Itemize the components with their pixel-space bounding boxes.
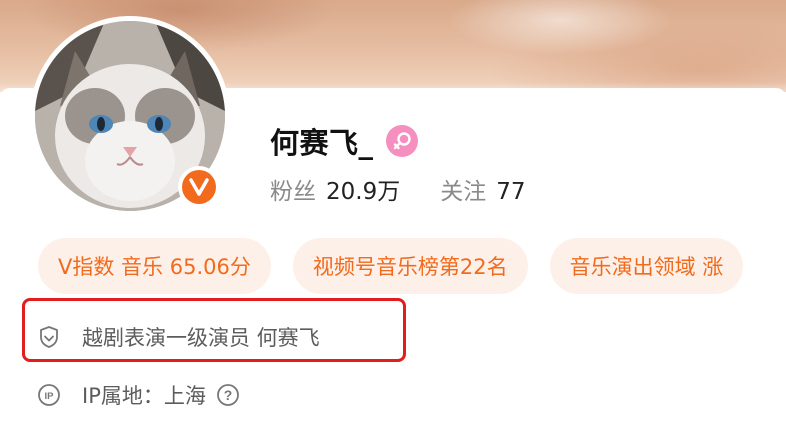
following-count[interactable]: 77 [496, 179, 525, 205]
tag-v-index[interactable]: V指数 音乐 65.06分 [38, 238, 271, 294]
highlight-box [22, 298, 406, 362]
tag-list: V指数 音乐 65.06分 视频号音乐榜第22名 音乐演出领域 涨 [38, 238, 765, 294]
verified-v-icon [178, 166, 220, 208]
female-icon [385, 125, 418, 157]
following-label[interactable]: 关注 [440, 172, 486, 206]
ip-location-row: IP IP属地：上海 ? [36, 380, 240, 410]
username: 何赛飞_ [270, 126, 374, 160]
fans-label[interactable]: 粉丝 [270, 172, 316, 206]
svg-text:IP: IP [45, 391, 55, 402]
tag-music-performance[interactable]: 音乐演出领域 涨 [549, 238, 744, 294]
question-icon[interactable]: ? [216, 383, 240, 407]
stats-row: 粉丝 20.9万 关注 77 [270, 172, 526, 206]
name-row: 何赛飞_ [270, 120, 418, 162]
ip-icon: IP [36, 382, 62, 408]
tag-music-rank[interactable]: 视频号音乐榜第22名 [292, 238, 528, 294]
svg-text:?: ? [224, 387, 233, 403]
ip-location-text: IP属地：上海 [82, 384, 206, 408]
fans-count[interactable]: 20.9万 [326, 172, 400, 206]
